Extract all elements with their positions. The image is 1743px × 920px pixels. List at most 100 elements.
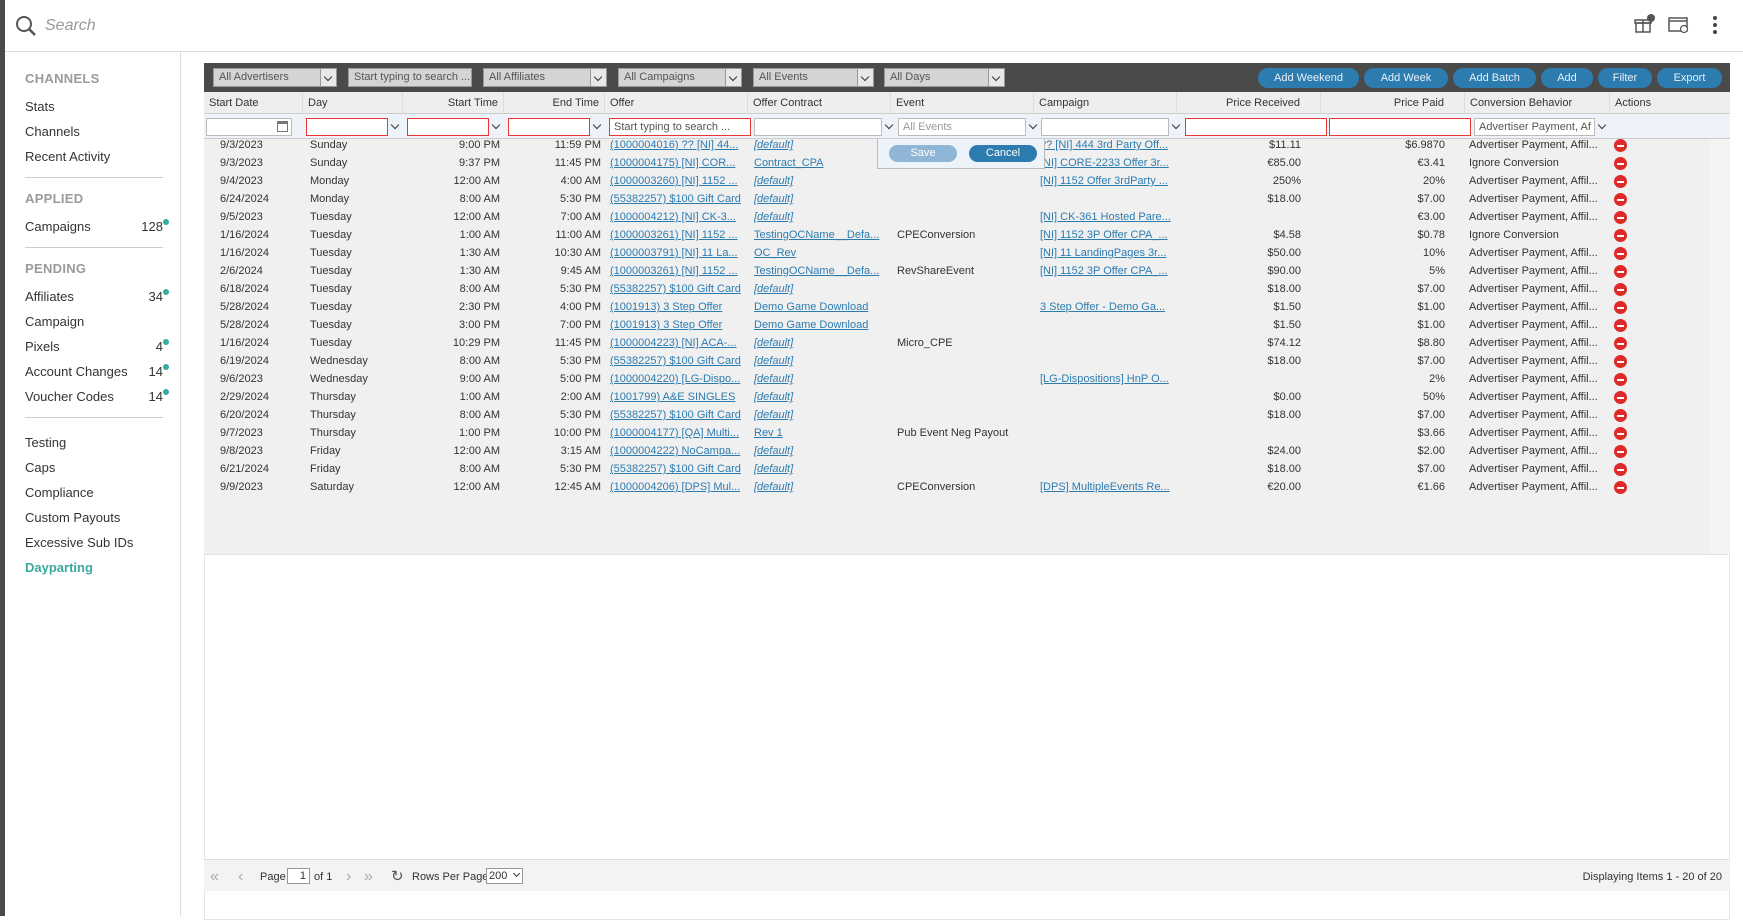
col-end-time[interactable]: End Time — [504, 92, 605, 114]
cell-value[interactable]: [NI] CORE-2233 Offer 3r... — [1040, 157, 1169, 169]
rows-per-page-select[interactable]: 200 — [486, 868, 523, 884]
cell-value[interactable]: ?? [NI] 444 3rd Party Off... — [1040, 139, 1168, 151]
day-filter[interactable]: All Days — [884, 68, 1005, 87]
cell-value[interactable]: [default] — [754, 463, 793, 475]
cell-value[interactable]: [default] — [754, 283, 793, 295]
offer-contract-field[interactable] — [754, 118, 882, 136]
table-cell[interactable]: [LG-Dispositions] HnP O... — [1040, 370, 1175, 388]
cell-value[interactable]: (55382257) $100 Gift Card — [610, 283, 741, 295]
cell-value[interactable]: [NI] 1152 3P Offer CPA_... — [1040, 229, 1168, 241]
table-cell[interactable]: Contract_CPA — [754, 154, 889, 172]
cell-value[interactable]: (1000003261) [NI] 1152 ... — [610, 265, 738, 277]
chevron-down-icon[interactable] — [1027, 118, 1041, 136]
export-button[interactable]: Export — [1657, 68, 1722, 88]
table-cell[interactable]: Rev 1 — [754, 424, 889, 442]
cell-value[interactable]: (1000003791) [NI] 11 La... — [610, 247, 738, 259]
table-row[interactable]: 5/28/2024 Tuesday 3:00 PM 7:00 PM (1001913) … — [204, 316, 1710, 334]
remove-icon[interactable] — [1614, 373, 1627, 386]
col-event[interactable]: Event — [891, 92, 1034, 114]
table-cell[interactable]: (55382257) $100 Gift Card — [610, 406, 745, 424]
col-offer-contract[interactable]: Offer Contract — [748, 92, 891, 114]
cell-value[interactable]: (55382257) $100 Gift Card — [610, 409, 741, 421]
table-cell[interactable]: [NI] 1152 3P Offer CPA_... — [1040, 262, 1175, 280]
table-cell[interactable]: (1001799) A&E SINGLES — [610, 388, 745, 406]
table-row[interactable]: 6/20/2024 Thursday 8:00 AM 5:30 PM (55382257… — [204, 406, 1710, 424]
cell-value[interactable]: Rev 1 — [754, 427, 783, 439]
cell-value[interactable]: [default] — [754, 355, 793, 367]
remove-icon[interactable] — [1614, 481, 1627, 494]
add-week-button[interactable]: Add Week — [1364, 68, 1448, 88]
table-cell[interactable]: [default] — [754, 334, 889, 352]
chevron-down-icon[interactable] — [883, 118, 897, 136]
table-cell[interactable]: (1000004223) [NI] ACA-... — [610, 334, 745, 352]
price-received-field[interactable] — [1185, 118, 1327, 136]
table-cell[interactable]: [DPS] MultipleEvents Re... — [1040, 478, 1175, 496]
refresh-icon[interactable]: ↻ — [391, 869, 404, 885]
sidebar-item-account-changes[interactable]: Account Changes 14 — [25, 359, 170, 384]
table-cell[interactable]: [NI] 1152 Offer 3rdParty ... — [1040, 172, 1175, 190]
cell-value[interactable]: 3 Step Offer - Demo Ga... — [1040, 301, 1165, 313]
cell-value[interactable]: TestingOCName__Defa... — [754, 229, 879, 241]
chevron-down-icon[interactable] — [389, 118, 403, 136]
sidebar-item-campaign[interactable]: Campaign — [25, 309, 163, 334]
add-weekend-button[interactable]: Add Weekend — [1258, 68, 1359, 88]
remove-icon[interactable] — [1614, 337, 1627, 350]
cell-value[interactable]: [DPS] MultipleEvents Re... — [1040, 481, 1170, 493]
table-row[interactable]: 2/29/2024 Thursday 1:00 AM 2:00 AM (1001799)… — [204, 388, 1710, 406]
table-cell[interactable]: (55382257) $100 Gift Card — [610, 280, 745, 298]
cell-value[interactable]: (55382257) $100 Gift Card — [610, 355, 741, 367]
scrollbar[interactable] — [1710, 139, 1730, 554]
table-row[interactable]: 5/28/2024 Tuesday 2:30 PM 4:00 PM (1001913) … — [204, 298, 1710, 316]
sidebar-item-channels[interactable]: Channels — [25, 119, 163, 144]
table-row[interactable]: 1/16/2024 Tuesday 1:00 AM 11:00 AM (10000032… — [204, 226, 1710, 244]
conversion-behavior-field[interactable]: Advertiser Payment, Af — [1474, 118, 1595, 136]
table-cell[interactable]: (1000004206) [DPS] Mul... — [610, 478, 745, 496]
cell-value[interactable]: (1000004016) ?? [NI] 44... — [610, 139, 738, 151]
sidebar-item-pixels[interactable]: Pixels 4 — [25, 334, 170, 359]
sidebar-item-testing[interactable]: Testing — [25, 430, 163, 455]
table-cell[interactable]: (1000004222) NoCampa... — [610, 442, 745, 460]
cell-value[interactable]: [default] — [754, 139, 793, 151]
table-row[interactable]: 9/4/2023 Monday 12:00 AM 4:00 AM (1000003260… — [204, 172, 1710, 190]
more-vertical-icon[interactable] — [1703, 12, 1727, 38]
start-time-field[interactable] — [407, 118, 489, 136]
cell-value[interactable]: [default] — [754, 481, 793, 493]
remove-icon[interactable] — [1614, 283, 1627, 296]
cell-value[interactable]: [default] — [754, 409, 793, 421]
save-button[interactable]: Save — [889, 145, 957, 162]
table-row[interactable]: 6/24/2024 Monday 8:00 AM 5:30 PM (55382257) … — [204, 190, 1710, 208]
remove-icon[interactable] — [1614, 229, 1627, 242]
table-cell[interactable]: [default] — [754, 460, 889, 478]
sidebar-item-stats[interactable]: Stats — [25, 94, 163, 119]
day-field[interactable] — [306, 118, 388, 136]
table-row[interactable]: 9/5/2023 Tuesday 12:00 AM 7:00 AM (100000421… — [204, 208, 1710, 226]
chevron-down-icon[interactable] — [490, 118, 504, 136]
remove-icon[interactable] — [1614, 211, 1627, 224]
col-start-date[interactable]: Start Date — [204, 92, 303, 114]
offer-search-field[interactable]: Start typing to search ... — [609, 118, 751, 136]
table-cell[interactable]: 3 Step Offer - Demo Ga... — [1040, 298, 1175, 316]
table-cell[interactable]: OC_Rev — [754, 244, 889, 262]
remove-icon[interactable] — [1614, 427, 1627, 440]
table-row[interactable]: 9/9/2023 Saturday 12:00 AM 12:45 AM (1000004… — [204, 478, 1710, 496]
table-cell[interactable]: (1000003260) [NI] 1152 ... — [610, 172, 745, 190]
search-filter[interactable]: Start typing to search ... — [348, 68, 472, 87]
cell-value[interactable]: Demo Game Download — [754, 319, 868, 331]
cell-value[interactable]: [NI] CK-361 Hosted Pare... — [1040, 211, 1171, 223]
table-cell[interactable]: [NI] 1152 3P Offer CPA_... — [1040, 226, 1175, 244]
table-row[interactable]: 9/7/2023 Thursday 1:00 PM 10:00 PM (10000041… — [204, 424, 1710, 442]
table-cell[interactable]: [default] — [754, 172, 889, 190]
table-cell[interactable]: ?? [NI] 444 3rd Party Off... — [1040, 139, 1175, 154]
remove-icon[interactable] — [1614, 463, 1627, 476]
chevron-down-icon[interactable] — [1170, 118, 1184, 136]
last-page-icon[interactable]: » — [364, 869, 373, 885]
first-page-icon[interactable]: « — [210, 869, 219, 885]
col-price-paid[interactable]: Price Paid — [1321, 92, 1465, 114]
cell-value[interactable]: (1000004175) [NI] COR... — [610, 157, 735, 169]
window-settings-icon[interactable] — [1667, 12, 1691, 38]
remove-icon[interactable] — [1614, 175, 1627, 188]
add-batch-button[interactable]: Add Batch — [1453, 68, 1536, 88]
calendar-icon[interactable] — [277, 121, 288, 132]
advertiser-filter[interactable]: All Advertisers — [213, 68, 337, 87]
table-cell[interactable]: [NI] CK-361 Hosted Pare... — [1040, 208, 1175, 226]
